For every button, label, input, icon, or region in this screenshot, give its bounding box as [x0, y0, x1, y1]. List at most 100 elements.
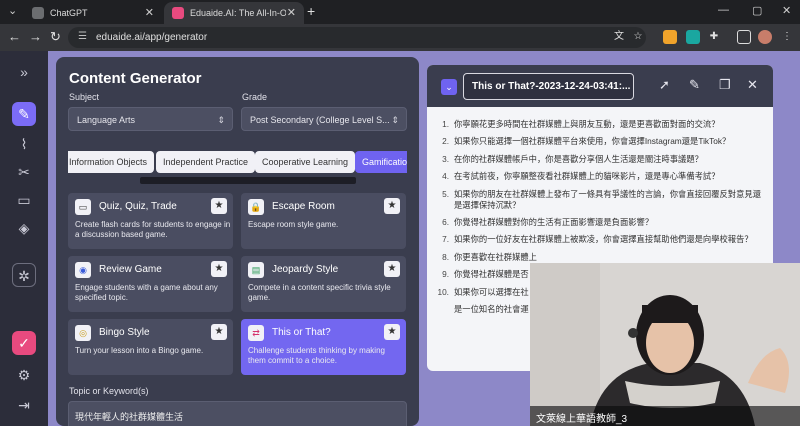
card-escape-room[interactable]: 🔒 Escape Room ★ Escape room style game.: [241, 193, 406, 249]
list-item: 8. 你更喜歡在社群媒體上: [442, 251, 537, 262]
card-bingo-style[interactable]: ◎ Bingo Style ★ Turn your lesson into a …: [68, 319, 233, 375]
forward-button[interactable]: →: [29, 29, 42, 44]
tab-eduaide[interactable]: Eduaide.AI: The All-In-One AI Te ✕: [164, 2, 304, 24]
list-item: 2. 如果你只能選擇一個社群媒體平台來使用，你會選擇Instagram還是TikT…: [442, 136, 731, 147]
eduaide-favicon-icon: [172, 7, 184, 19]
translate-icon[interactable]: 文: [612, 30, 626, 44]
tab-independent-practice[interactable]: Independent Practice: [156, 151, 256, 173]
output-header: ⌄ This or That?-2023-12-24-03:41:... ➚ ✎…: [427, 65, 773, 107]
grade-select[interactable]: Post Secondary (College Level S... ⇕: [241, 107, 407, 131]
card-title: This or That?: [272, 327, 331, 338]
updown-chevron-icon: ⇕: [391, 115, 399, 125]
card-desc: Compete in a content specific trivia sty…: [248, 283, 391, 302]
list-item: 7. 如果你的一位好友在社群媒體上被欺凌，你會選擇直接幫助他們還是向學校報告？: [442, 234, 753, 245]
favorite-star-icon[interactable]: ★: [384, 198, 400, 214]
close-tab-icon[interactable]: ✕: [145, 6, 154, 19]
reload-button[interactable]: ↻: [50, 29, 61, 45]
edit-pencil-icon[interactable]: ✎: [689, 77, 700, 93]
side-panel-icon[interactable]: [737, 30, 751, 44]
swap-icon: ⇄: [248, 325, 264, 341]
site-info-icon[interactable]: ☰: [78, 31, 87, 42]
extension-rocket-icon[interactable]: [663, 30, 677, 44]
video-caption: 文萊線上華語教師_3: [536, 414, 628, 425]
collapse-chevron-icon[interactable]: ⌄: [441, 79, 457, 95]
favorite-star-icon[interactable]: ★: [211, 324, 227, 340]
collapse-sidebar-icon[interactable]: »: [12, 60, 36, 84]
layers-nav-icon[interactable]: ◈: [12, 216, 36, 240]
list-item: 6. 你覺得社群媒體對你的生活有正面影響還是負面影響？: [442, 216, 654, 227]
extensions-puzzle-icon[interactable]: ✚: [707, 30, 721, 44]
card-title: Jeopardy Style: [272, 264, 339, 275]
browser-tab-bar: ChatGPT ✕ Eduaide.AI: The All-In-One AI …: [0, 0, 800, 24]
app-page: » ✎ ⌇ ✂ ▭ ◈ ✲ ✓ ⚙ ⇥ Content Generator Su…: [0, 51, 800, 426]
list-item: 1. 你寧願花更多時間在社群媒體上與朋友互動，還是更喜歡面對面的交流？: [442, 119, 720, 129]
card-jeopardy-style[interactable]: ▤ Jeopardy Style ★ Compete in a content …: [241, 256, 406, 312]
rocket-icon[interactable]: ➚: [659, 77, 670, 93]
favorite-star-icon[interactable]: ★: [211, 198, 227, 214]
grade-label: Grade: [242, 92, 268, 102]
topic-input[interactable]: 現代年輕人的社群媒體生活: [68, 401, 407, 426]
card-desc: Engage students with a game about any sp…: [75, 283, 218, 302]
address-bar[interactable]: ☰ eduaide.ai/app/generator: [68, 27, 646, 48]
grade-value: Post Secondary (College Level S...: [250, 115, 390, 125]
favorite-star-icon[interactable]: ★: [211, 261, 227, 277]
output-title-input[interactable]: This or That?-2023-12-24-03:41:...: [463, 73, 634, 100]
menu-kebab-icon[interactable]: ⋮: [780, 30, 794, 44]
content-generator-panel: Content Generator Subject Language Arts …: [56, 57, 419, 426]
tab-gamification[interactable]: Gamificatio: [355, 151, 407, 173]
maximize-button[interactable]: ▢: [752, 4, 762, 17]
tab-title: ChatGPT: [50, 8, 88, 18]
subject-label: Subject: [69, 92, 100, 102]
logout-icon[interactable]: ⇥: [12, 393, 36, 417]
subject-select[interactable]: Language Arts ⇕: [68, 107, 233, 131]
attachment-nav-icon[interactable]: ⌇: [12, 132, 36, 156]
card-title: Quiz, Quiz, Trade: [99, 201, 177, 212]
webcam-overlay: 文萊線上華語教師_3: [530, 263, 800, 426]
tab-chatgpt[interactable]: ChatGPT ✕: [24, 2, 162, 24]
tab-search-icon[interactable]: ⌄: [8, 4, 17, 17]
card-desc: Turn your lesson into a Bingo game.: [75, 346, 204, 355]
video-caption-bar: 文萊線上華語教師_3: [530, 406, 800, 426]
back-button[interactable]: ←: [8, 29, 21, 44]
favorite-star-icon[interactable]: ★: [384, 324, 400, 340]
subject-value: Language Arts: [77, 115, 136, 125]
new-tab-button[interactable]: +: [307, 3, 315, 19]
tools-nav-icon[interactable]: ✂: [12, 160, 36, 184]
list-item: 4. 在考試前夜，你寧願整夜看社群媒體上的貓咪影片，還是專心準備考試？: [442, 171, 720, 182]
browser-toolbar: ← → ↻ ☰ eduaide.ai/app/generator 文 ☆ ✚ ⋮: [0, 24, 800, 51]
extension-teal-icon[interactable]: [686, 30, 700, 44]
target-icon: ◉: [75, 262, 91, 278]
card-icon: ▭: [75, 199, 91, 215]
minimize-button[interactable]: —: [718, 4, 729, 16]
card-desc: Create flash cards for students to engag…: [75, 220, 231, 239]
category-scrollbar[interactable]: [140, 177, 356, 184]
category-tabs: Information Objects Independent Practice…: [68, 146, 407, 180]
updown-chevron-icon: ⇕: [217, 115, 225, 125]
card-title: Review Game: [99, 264, 162, 275]
page-title: Content Generator: [69, 70, 202, 87]
list-item: 3. 在你的社群媒體帳戶中，你是喜歡分享個人生活還是關注時事議題？: [442, 153, 703, 164]
check-nav-icon[interactable]: ✓: [12, 331, 36, 355]
close-window-button[interactable]: ✕: [782, 4, 791, 17]
url-text: eduaide.ai/app/generator: [96, 32, 208, 43]
card-title: Escape Room: [272, 201, 335, 212]
close-icon[interactable]: ✕: [747, 77, 758, 93]
tab-cooperative-learning[interactable]: Cooperative Learning: [255, 151, 356, 173]
chat-nav-icon[interactable]: ▭: [12, 188, 36, 212]
lock-icon: 🔒: [248, 199, 264, 215]
settings-gear-icon[interactable]: ⚙: [12, 363, 36, 387]
close-tab-icon[interactable]: ✕: [287, 6, 296, 19]
topic-label: Topic or Keyword(s): [69, 386, 149, 396]
card-quiz-quiz-trade[interactable]: ▭ Quiz, Quiz, Trade ★ Create flash cards…: [68, 193, 233, 249]
bookmark-star-icon[interactable]: ☆: [631, 30, 645, 44]
generator-nav-icon[interactable]: ✎: [12, 102, 36, 126]
card-this-or-that[interactable]: ⇄ This or That? ★ Challenge students thi…: [241, 319, 406, 375]
card-review-game[interactable]: ◉ Review Game ★ Engage students with a g…: [68, 256, 233, 312]
grid-nav-icon[interactable]: ✲: [12, 263, 36, 287]
card-desc: Escape room style game.: [248, 220, 339, 229]
tab-information-objects[interactable]: Information Objects: [68, 151, 155, 173]
profile-avatar[interactable]: [758, 30, 772, 44]
board-icon: ▤: [248, 262, 264, 278]
copy-icon[interactable]: ❐: [719, 77, 731, 93]
favorite-star-icon[interactable]: ★: [384, 261, 400, 277]
